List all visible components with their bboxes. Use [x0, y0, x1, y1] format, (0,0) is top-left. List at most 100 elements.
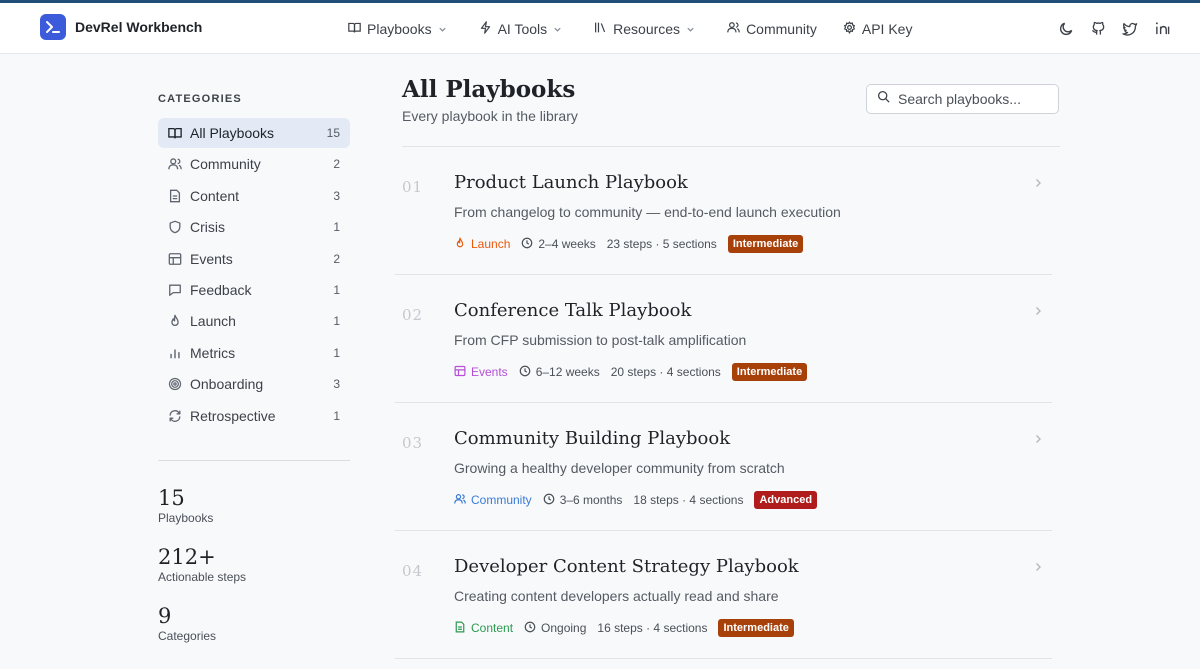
chevron-right-icon [1033, 431, 1043, 449]
sidebar-item-metrics[interactable]: Metrics 1 [158, 338, 350, 368]
library-icon [594, 21, 613, 37]
github-icon[interactable] [1088, 19, 1108, 39]
stat-label: Categories [158, 629, 217, 643]
file-text-icon [168, 189, 182, 203]
sidebar-item-label: Crisis [190, 219, 225, 236]
sidebar-item-count: 15 [326, 126, 340, 140]
playbook-category: Content [454, 621, 513, 636]
bolt-icon [479, 20, 498, 37]
sidebar-item-community[interactable]: Community 2 [158, 149, 350, 179]
sidebar-item-count: 3 [333, 377, 340, 392]
page-subtitle: Every playbook in the library [402, 108, 578, 124]
sidebar-item-label: All Playbooks [190, 125, 275, 141]
gear-icon [843, 20, 862, 37]
nav-item-community[interactable]: Community [727, 21, 817, 37]
playbook-duration-label: Ongoing [541, 621, 587, 635]
playbook-category-label: Launch [471, 237, 511, 251]
nav-item-playbooks[interactable]: Playbooks [348, 21, 453, 37]
sidebar-item-count: 1 [333, 220, 340, 235]
stat-steps: 212+ Actionable steps [158, 545, 246, 584]
clock-icon [521, 237, 538, 252]
chevron-down-icon [553, 21, 568, 37]
sidebar-item-count: 1 [333, 282, 340, 297]
clock-icon [543, 493, 560, 508]
search-box[interactable] [866, 84, 1059, 114]
playbook-card-product-launch[interactable]: 01 Product Launch Playbook From changelo… [395, 147, 1052, 275]
sidebar-item-count: 1 [333, 345, 340, 360]
nav-item-api-key[interactable]: API Key [843, 20, 912, 37]
clock-icon [524, 621, 541, 636]
sidebar-item-count: 1 [333, 314, 340, 329]
flame-icon [168, 314, 182, 328]
calendar-icon [454, 365, 471, 380]
level-badge: Intermediate [727, 235, 804, 253]
terminal-icon [40, 14, 66, 40]
sidebar-item-label: Events [190, 250, 233, 267]
nav-item-ai-tools[interactable]: AI Tools [479, 21, 569, 37]
brand-name: DevRel Workbench [75, 19, 203, 35]
nav-item-resources[interactable]: Resources [594, 21, 701, 37]
playbook-category: Launch [454, 237, 510, 252]
playbook-index: 04 [402, 562, 424, 580]
sidebar-item-label: Community [190, 156, 261, 173]
stat-value: 15 [158, 486, 185, 510]
playbook-meta: Community 3–6 months 18 steps · 4 sectio… [454, 490, 818, 510]
stat-categories: 9 Categories [158, 604, 216, 643]
playbook-steps: 20 steps · 4 sections [610, 365, 721, 379]
chevron-right-icon [1033, 303, 1043, 321]
target-icon [168, 377, 182, 391]
moon-icon[interactable] [1056, 19, 1076, 39]
playbook-category-label: Community [471, 493, 532, 507]
stat-value: 9 [158, 604, 172, 628]
brand[interactable]: DevRel Workbench [40, 14, 202, 40]
sidebar-item-launch[interactable]: Launch 1 [158, 306, 350, 336]
chevron-right-icon [1033, 175, 1043, 193]
playbook-meta: Launch 2–4 weeks 23 steps · 5 sections I… [454, 234, 804, 254]
sidebar-item-all-playbooks[interactable]: All Playbooks 15 [158, 118, 350, 148]
sidebar-item-count: 1 [333, 408, 340, 423]
linkedin-icon[interactable] [1152, 19, 1172, 39]
top-header: DevRel Workbench Playbooks AI Tools Reso… [0, 3, 1200, 54]
playbook-steps: 18 steps · 4 sections [633, 493, 744, 507]
sidebar-item-label: Onboarding [190, 376, 264, 393]
sidebar-item-content[interactable]: Content 3 [158, 181, 350, 211]
refresh-icon [168, 409, 182, 423]
sidebar-item-onboarding[interactable]: Onboarding 3 [158, 369, 350, 399]
nav-label: AI Tools [497, 20, 548, 37]
playbook-description: Growing a healthy developer community fr… [454, 460, 785, 476]
stat-label: Playbooks [158, 511, 214, 525]
search-icon [877, 90, 890, 108]
book-open-icon [168, 126, 182, 140]
playbook-meta: Events 6–12 weeks 20 steps · 4 sections … [454, 362, 808, 382]
nav-label: Community [746, 20, 817, 37]
calendar-icon [168, 252, 182, 266]
sidebar-item-retrospective[interactable]: Retrospective 1 [158, 401, 350, 431]
page-title: All Playbooks [402, 76, 576, 103]
playbook-category: Events [454, 365, 508, 380]
sidebar-item-events[interactable]: Events 2 [158, 244, 350, 274]
playbook-duration: 3–6 months [543, 493, 622, 508]
search-input[interactable] [898, 91, 1048, 107]
playbook-index: 02 [402, 306, 424, 324]
level-badge: Intermediate [731, 363, 808, 381]
clock-icon [519, 365, 536, 380]
users-icon [168, 157, 182, 171]
playbook-card-content-strategy[interactable]: 04 Developer Content Strategy Playbook C… [395, 531, 1052, 659]
playbook-title: Conference Talk Playbook [454, 300, 692, 321]
level-badge: Advanced [754, 491, 818, 509]
sidebar-item-label: Retrospective [190, 407, 276, 424]
stat-label: Actionable steps [158, 570, 247, 584]
playbook-steps: 23 steps · 5 sections [606, 237, 717, 251]
twitter-icon[interactable] [1120, 19, 1140, 39]
playbook-card-conference-talk[interactable]: 02 Conference Talk Playbook From CFP sub… [395, 275, 1052, 403]
header-actions [1044, 3, 1172, 54]
sidebar-item-feedback[interactable]: Feedback 1 [158, 275, 350, 305]
file-text-icon [454, 621, 471, 636]
playbook-card-community-building[interactable]: 03 Community Building Playbook Growing a… [395, 403, 1052, 531]
sidebar-item-count: 2 [333, 251, 340, 266]
playbook-title: Developer Content Strategy Playbook [454, 556, 799, 577]
sidebar-item-count: 2 [333, 157, 340, 172]
main-nav: Playbooks AI Tools Resources Community A… [348, 3, 938, 54]
sidebar-item-count: 3 [333, 188, 340, 203]
sidebar-item-crisis[interactable]: Crisis 1 [158, 212, 350, 242]
